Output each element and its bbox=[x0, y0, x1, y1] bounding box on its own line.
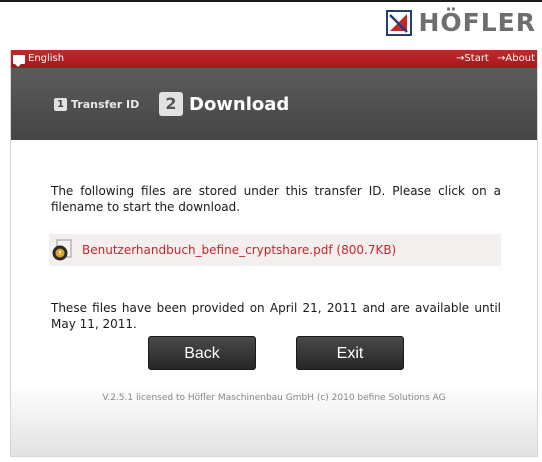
file-download-icon bbox=[52, 239, 72, 261]
start-link[interactable]: →Start bbox=[456, 53, 489, 64]
speech-bubble-icon bbox=[13, 54, 25, 67]
step-header: 1 Transfer ID 2 Download bbox=[11, 68, 537, 140]
file-row[interactable]: Benutzerhandbuch_befine_cryptshare.pdf (… bbox=[49, 234, 501, 266]
brand-name: HÖFLER bbox=[418, 8, 536, 37]
step-number: 1 bbox=[54, 98, 67, 111]
file-link[interactable]: Benutzerhandbuch_befine_cryptshare.pdf (… bbox=[82, 243, 396, 257]
license-text: V.2.5.1 licensed to Höfler Maschinenbau … bbox=[102, 393, 446, 403]
top-bar: English →Start →About bbox=[11, 50, 537, 68]
step-number: 2 bbox=[159, 92, 183, 116]
step-label: Transfer ID bbox=[71, 98, 140, 111]
language-label: English bbox=[28, 53, 65, 64]
main-panel: English →Start →About 1 Transfer ID 2 Do… bbox=[10, 50, 538, 457]
content: The following files are stored under thi… bbox=[51, 183, 501, 215]
file-name: Benutzerhandbuch_befine_cryptshare.pdf bbox=[82, 243, 333, 257]
step-download: 2 Download bbox=[159, 92, 289, 116]
exit-button[interactable]: Exit bbox=[296, 336, 404, 370]
step-transfer-id: 1 Transfer ID bbox=[54, 98, 139, 111]
back-button[interactable]: Back bbox=[148, 336, 256, 370]
brand-logo: HÖFLER bbox=[386, 8, 536, 38]
file-size: (800.7KB) bbox=[336, 243, 397, 257]
availability-text: These files have been provided on April … bbox=[51, 301, 501, 331]
top-rule bbox=[0, 0, 542, 2]
language-selector[interactable]: English bbox=[13, 50, 64, 68]
top-nav: →Start →About bbox=[451, 50, 535, 68]
about-link[interactable]: →About bbox=[497, 53, 535, 64]
footer: V.2.5.1 licensed to Höfler Maschinenbau … bbox=[11, 383, 537, 456]
hoefler-logo-icon bbox=[386, 10, 413, 36]
step-label: Download bbox=[189, 93, 290, 115]
intro-text: The following files are stored under thi… bbox=[51, 184, 501, 214]
